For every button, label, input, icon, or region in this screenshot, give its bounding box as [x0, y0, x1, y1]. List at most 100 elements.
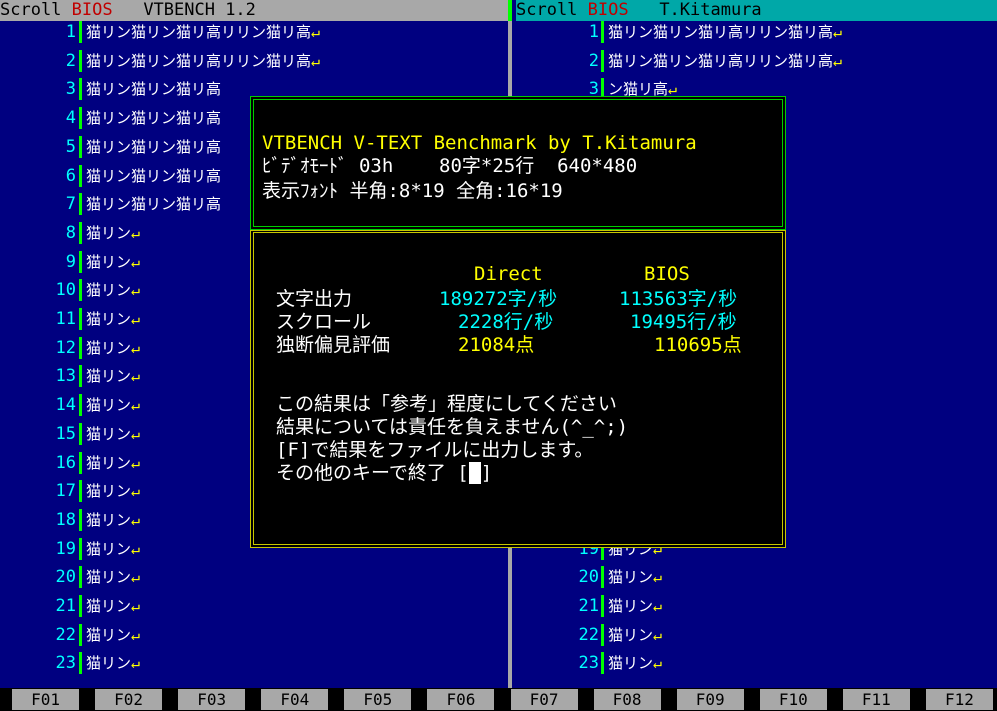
line-marker: [79, 365, 82, 388]
row-label: 独断偏見評価: [276, 334, 391, 356]
line-number: 19: [55, 538, 76, 559]
line-marker: [79, 623, 82, 646]
line-number: 2: [588, 50, 599, 71]
line-marker: [79, 508, 82, 531]
line-number: 1: [65, 22, 76, 42]
right-title-bios: BIOS: [587, 0, 629, 20]
line-number: 20: [578, 567, 599, 588]
function-key-bar: F01 F02 F03 F04 F05 F06 F07 F08 F09 F10 F11 F12: [0, 688, 997, 711]
line-number: 23: [55, 653, 76, 674]
return-mark-icon: ↵: [311, 51, 321, 70]
line-text: 猫リン↵: [608, 625, 663, 644]
function-key-f12[interactable]: F12: [925, 689, 993, 710]
row-label: 文字出力: [276, 288, 353, 310]
line-number: 1: [588, 22, 599, 42]
return-mark-icon: ↵: [131, 424, 141, 443]
return-mark-icon: ↵: [131, 310, 141, 328]
line-text: 猫リン猫リン猫リ高: [86, 137, 222, 156]
text-line: 21 猫リン↵: [0, 595, 512, 617]
direct-value: 2228行/秒: [458, 311, 554, 333]
line-number: 23: [578, 653, 599, 674]
line-marker: [79, 566, 82, 589]
line-marker: [79, 537, 82, 560]
function-key-f06[interactable]: F06: [427, 689, 495, 710]
return-mark-icon: ↵: [131, 252, 141, 271]
line-marker: [79, 164, 82, 187]
info-title: VTBENCH V-TEXT Benchmark by T.Kitamura: [262, 132, 697, 154]
function-key-f03[interactable]: F03: [178, 689, 246, 710]
function-key-f07[interactable]: F07: [510, 689, 578, 710]
left-title-bios: BIOS: [71, 0, 113, 20]
return-mark-icon: ↵: [131, 625, 141, 644]
text-line: 22 猫リン↵: [512, 623, 997, 646]
line-number: 3: [65, 79, 76, 100]
line-number: 9: [65, 251, 76, 272]
info-window: VTBENCH V-TEXT Benchmark by T.Kitamura ﾋ…: [250, 96, 786, 230]
return-mark-icon: ↵: [311, 23, 321, 41]
line-text: 猫リン↵: [86, 654, 141, 673]
left-title-prefix: Scroll: [0, 0, 72, 20]
line-text: 猫リン↵: [86, 482, 141, 501]
line-text: 猫リン↵: [86, 597, 141, 615]
line-text: 猫リン↵: [86, 396, 141, 415]
line-marker: [79, 78, 82, 101]
line-text: 猫リン猫リン猫リ高リリン猫リ高↵: [608, 23, 843, 41]
bios-header: BIOS: [644, 263, 690, 285]
line-text: 猫リン↵: [608, 597, 663, 615]
function-key-f11[interactable]: F11: [842, 689, 910, 710]
line-number: 2: [65, 50, 76, 71]
exit-prompt-close: ]: [480, 462, 493, 484]
function-key-f01[interactable]: F01: [12, 689, 80, 710]
line-number: 16: [55, 452, 76, 473]
line-number: 10: [55, 280, 76, 301]
function-key-f05[interactable]: F05: [344, 689, 412, 710]
return-mark-icon: ↵: [131, 539, 141, 558]
function-key-f10[interactable]: F10: [759, 689, 827, 710]
line-text: 猫リン↵: [86, 539, 141, 558]
return-mark-icon: ↵: [653, 568, 663, 587]
function-key-f02[interactable]: F02: [95, 689, 163, 710]
line-marker: [601, 652, 604, 675]
right-pane-title: Scroll BIOS T.Kitamura: [516, 0, 997, 21]
function-key-f09[interactable]: F09: [676, 689, 744, 710]
notice-reference: この結果は「参考」程度にしてください: [276, 393, 617, 415]
line-text: 猫リン↵: [86, 367, 141, 386]
exit-prompt-text: その他のキーで終了 [: [276, 462, 469, 484]
line-marker: [79, 394, 82, 417]
line-text: 猫リン猫リン猫リ高リリン猫リ高↵: [86, 51, 321, 70]
font-info-text: 表示ﾌｫﾝﾄ 半角:8*19 全角:16*19: [262, 180, 563, 202]
line-marker: [79, 49, 82, 72]
direct-score: 21084点: [458, 334, 535, 356]
direct-header: Direct: [474, 263, 543, 285]
function-key-f04[interactable]: F04: [261, 689, 329, 710]
right-title-prefix: Scroll: [516, 0, 588, 20]
line-number: 4: [65, 108, 76, 129]
return-mark-icon: ↵: [131, 281, 141, 300]
line-number: 20: [55, 567, 76, 588]
text-line: 1 猫リン猫リン猫リ高リリン猫リ高↵: [0, 21, 512, 43]
function-key-f08[interactable]: F08: [593, 689, 661, 710]
line-number: 15: [55, 423, 76, 444]
text-line: 2 猫リン猫リン猫リ高リリン猫リ高↵: [512, 49, 997, 72]
line-marker: [79, 279, 82, 302]
line-marker: [79, 308, 82, 330]
return-mark-icon: ↵: [131, 453, 141, 472]
line-text: 猫リン↵: [86, 281, 141, 300]
line-text: 猫リン↵: [86, 510, 141, 529]
line-number: 6: [65, 165, 76, 186]
line-number: 21: [55, 596, 76, 616]
return-mark-icon: ↵: [653, 654, 663, 673]
video-mode-text: ﾋﾞﾃﾞｵﾓｰﾄﾞ 03h 80字*25行 640*480: [262, 155, 638, 177]
line-text: 猫リン↵: [86, 338, 141, 357]
line-marker: [79, 107, 82, 130]
text-cursor[interactable]: [468, 462, 481, 484]
line-marker: [79, 652, 82, 675]
return-mark-icon: ↵: [131, 597, 141, 615]
line-text: 猫リン猫リン猫リ高: [86, 195, 222, 214]
line-number: 11: [55, 309, 76, 329]
direct-value: 189272字/秒: [439, 288, 558, 310]
line-number: 17: [55, 481, 76, 502]
line-number: 8: [65, 222, 76, 243]
line-number: 14: [55, 395, 76, 416]
return-mark-icon: ↵: [833, 51, 843, 70]
